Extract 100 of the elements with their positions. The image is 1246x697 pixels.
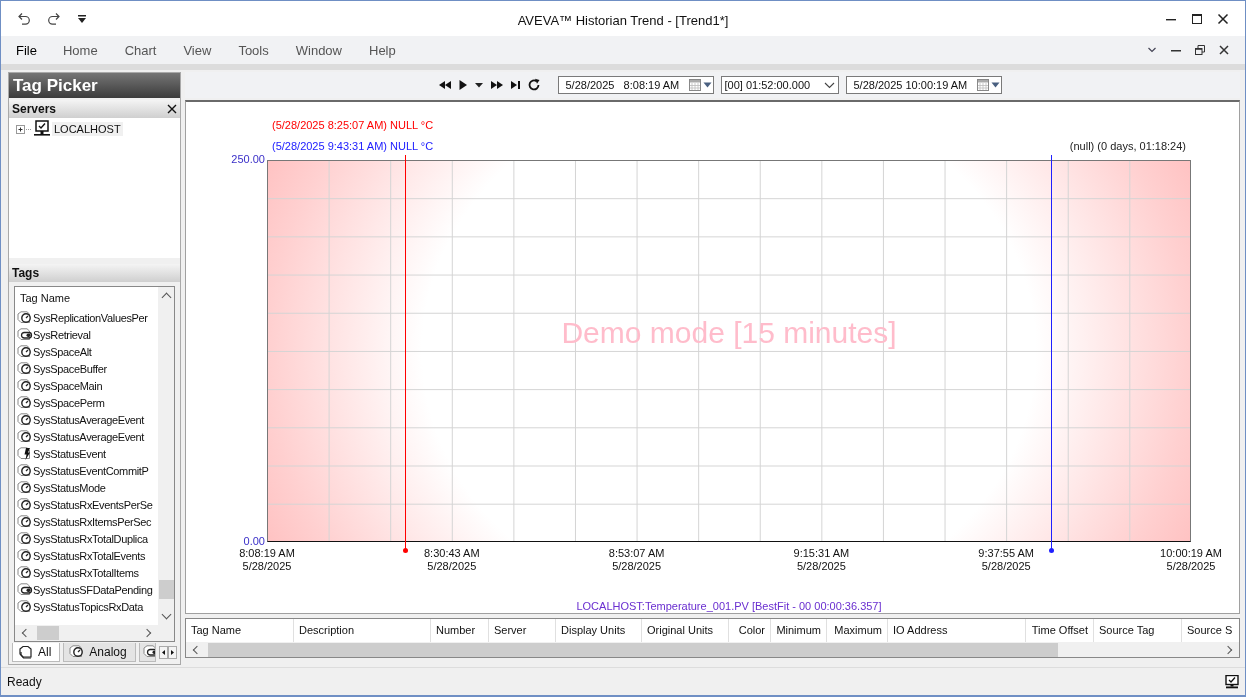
tag-icon (17, 395, 33, 410)
scroll-right-icon[interactable] (168, 646, 177, 659)
axis-label: 8:08:19 AM 5/28/2025 (239, 547, 295, 573)
status-text: Ready (7, 674, 42, 689)
tag-item[interactable]: SysStatusAverageEvent (33, 413, 145, 426)
cursor-label: (5/28/2025 8:25:07 AM) NULL °C (272, 119, 434, 131)
tag-icon (17, 548, 33, 563)
axis-label: 0.00 (243, 535, 266, 547)
tab[interactable] (138, 643, 156, 662)
section-title: Servers (12, 102, 57, 116)
menu-item[interactable]: Chart (124, 40, 157, 60)
fast-forward-icon[interactable] (489, 79, 504, 91)
maximize-icon[interactable] (1191, 12, 1203, 25)
panel-title: Tag Picker (9, 73, 180, 98)
scrollbar[interactable] (15, 625, 158, 641)
tag-item[interactable]: SysStatusEvent (33, 447, 106, 460)
axis-label: 9:15:31 AM 5/28/2025 (793, 547, 850, 573)
tag-item[interactable]: SysStatusRxEventsPerSe (33, 498, 153, 511)
cursor-line[interactable] (405, 155, 407, 549)
tag-icon (17, 310, 33, 325)
calendar-icon[interactable] (689, 79, 702, 91)
cursor-span-label: (null) (0 days, 01:18:24) (1069, 140, 1186, 152)
play-icon[interactable] (457, 79, 468, 91)
axis-label: 8:30:43 AM 5/28/2025 (423, 547, 480, 573)
tag-item[interactable]: SysSpacePerm (33, 396, 105, 409)
tag-item[interactable]: SysReplicationValuesPer (33, 311, 148, 324)
tag-icon (17, 514, 33, 529)
tag-item[interactable]: SysSpaceMain (33, 379, 103, 392)
tag-icon (17, 582, 33, 597)
menu-item[interactable]: File (16, 40, 37, 60)
tag-item[interactable]: SysStatusAverageEvent (33, 430, 145, 443)
end-time-field[interactable]: 5/28/2025 10:00:19 AM (845, 76, 1002, 94)
menu-item[interactable]: Home (62, 40, 98, 60)
tag-item[interactable]: SysStatusRxTotalDuplica (33, 532, 148, 545)
tab[interactable]: All (12, 643, 61, 662)
tag-icon (17, 361, 33, 376)
caret-icon[interactable] (991, 82, 1001, 88)
cursor-line[interactable] (1050, 155, 1052, 549)
close-icon[interactable] (1219, 45, 1229, 55)
tag-icon (142, 645, 155, 659)
scrollbar[interactable] (158, 287, 174, 625)
chevron-down-icon[interactable] (823, 81, 835, 89)
tag-icon (17, 344, 33, 359)
start-time-field[interactable]: 5/28/2025 8:08:19 AM (557, 76, 714, 94)
tag-item[interactable]: SysStatusRxTotalItems (33, 566, 139, 579)
close-icon[interactable] (167, 104, 177, 114)
skip-end-icon[interactable] (509, 79, 521, 91)
menu-item[interactable]: Help (369, 40, 396, 60)
axis-label: 8:53:07 AM 5/28/2025 (608, 547, 665, 573)
tag-item[interactable]: SysSpaceBuffer (33, 362, 107, 375)
tag-item[interactable]: SysStatusRxTotalEvents (33, 549, 146, 562)
tag-item[interactable]: SysStatusMode (33, 481, 106, 494)
cursor-handle[interactable] (1048, 548, 1054, 553)
tag-icon (17, 480, 33, 495)
tag-item[interactable]: SysSpaceAlt (33, 345, 92, 358)
tab[interactable]: Analog (63, 643, 136, 662)
calendar-icon[interactable] (977, 79, 990, 91)
rewind-icon[interactable] (437, 79, 452, 91)
legend-label: LOCALHOST:Temperature_001.PV [BestFit - 00 00:00:36.357] (576, 600, 882, 612)
cursor-handle[interactable] (403, 548, 409, 553)
demo-mode-label: Demo mode [15 minutes] (560, 316, 898, 350)
tag-icon (17, 531, 33, 546)
close-icon[interactable] (1217, 12, 1229, 25)
axis-label: 9:37:55 AM 5/28/2025 (978, 547, 1034, 573)
expand-icon[interactable] (16, 124, 32, 134)
undo-icon[interactable] (17, 11, 31, 26)
tag-icon (17, 446, 33, 461)
tag-item[interactable]: SysStatusSFDataPending (33, 583, 153, 596)
tag-icon (18, 644, 34, 660)
tag-icon (17, 463, 33, 478)
tag-icon (17, 599, 33, 614)
caret-icon[interactable] (703, 82, 713, 88)
cursor-label: (5/28/2025 9:43:31 AM) NULL °C (272, 140, 434, 152)
window-title: AVEVA™ Historian Trend - [Trend1*] (517, 12, 729, 28)
duration-dropdown[interactable]: [00] 01:52:00.000 (720, 76, 839, 94)
refresh-icon[interactable] (526, 78, 541, 92)
chevron-down-icon[interactable] (1147, 46, 1157, 54)
scroll-left-icon[interactable] (159, 646, 168, 659)
section-title: Tags (12, 266, 40, 280)
tag-item[interactable]: SysStatusTopicsRxData (33, 600, 144, 613)
axis-label: 250.00 (231, 153, 266, 165)
column-header[interactable]: Tag Name (17, 287, 158, 309)
tag-icon (69, 645, 86, 659)
menu-item[interactable]: Tools (238, 40, 269, 60)
server-item[interactable]: LOCALHOST (52, 122, 123, 136)
tag-icon (17, 565, 33, 580)
menu-item[interactable]: View (183, 40, 212, 60)
menu-item[interactable]: Window (295, 40, 342, 60)
tag-icon (17, 327, 33, 342)
tag-icon (17, 412, 33, 427)
redo-icon[interactable] (47, 11, 61, 26)
tag-item[interactable]: SysStatusEventCommitP (33, 464, 149, 477)
scrollbar[interactable] (186, 642, 1239, 657)
tag-item[interactable]: SysRetrieval (33, 328, 91, 341)
tag-icon (17, 378, 33, 393)
restore-icon[interactable] (1195, 45, 1205, 55)
customize-dropdown-icon[interactable] (77, 13, 87, 24)
tag-item[interactable]: SysStatusRxItemsPerSec (33, 515, 152, 528)
tag-icon (17, 497, 33, 512)
server-status-icon (1225, 674, 1239, 689)
